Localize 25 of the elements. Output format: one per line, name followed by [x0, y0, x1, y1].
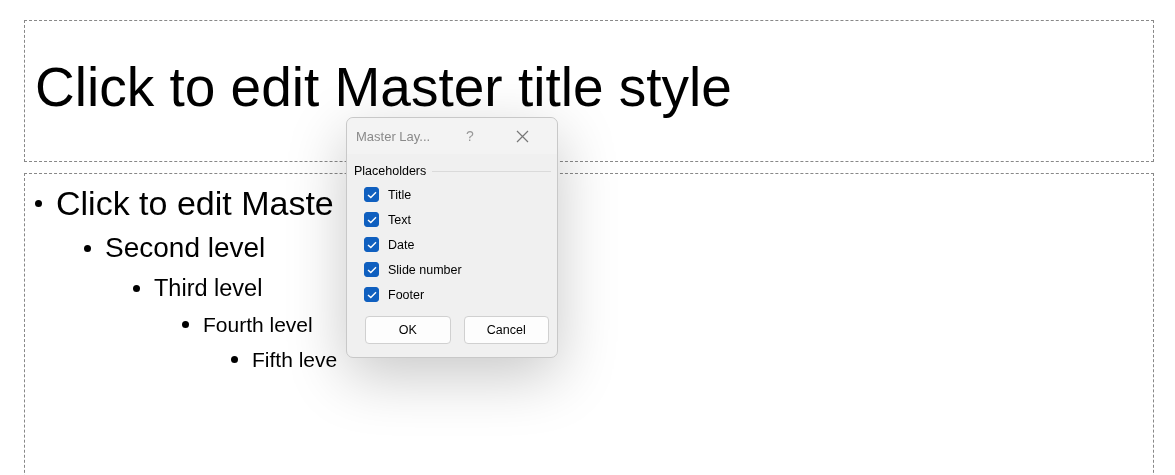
bullet-text: Fifth leve: [252, 349, 338, 370]
bullet-icon: [35, 199, 42, 207]
checkbox[interactable]: [364, 287, 379, 302]
bullet-icon: [182, 321, 189, 328]
cancel-button[interactable]: Cancel: [463, 316, 549, 344]
bullet-text: Click to edit Maste: [56, 186, 334, 220]
dialog-title: Master Lay...: [356, 128, 432, 144]
ok-button[interactable]: OK: [365, 316, 451, 344]
checkbox-label[interactable]: Text: [388, 212, 411, 227]
checkbox[interactable]: [364, 237, 379, 252]
checkbox[interactable]: [364, 212, 379, 227]
bullet-icon: [84, 244, 91, 252]
checkbox[interactable]: [364, 262, 379, 277]
bullet-icon: [133, 285, 140, 292]
checkbox-label[interactable]: Footer: [388, 287, 425, 302]
checkbox-label[interactable]: Title: [388, 187, 412, 202]
bullet-text: Second level: [105, 234, 266, 262]
bullet-text: Fourth level: [203, 314, 313, 335]
bullet-icon: [231, 356, 238, 363]
bullet-text: Third level: [154, 276, 263, 301]
checkbox-label[interactable]: Slide number: [388, 262, 462, 277]
checkbox-label[interactable]: Date: [388, 237, 415, 252]
checkbox[interactable]: [364, 187, 379, 202]
close-icon[interactable]: [515, 129, 529, 143]
title-text: Click to edit Master title style: [35, 55, 732, 119]
